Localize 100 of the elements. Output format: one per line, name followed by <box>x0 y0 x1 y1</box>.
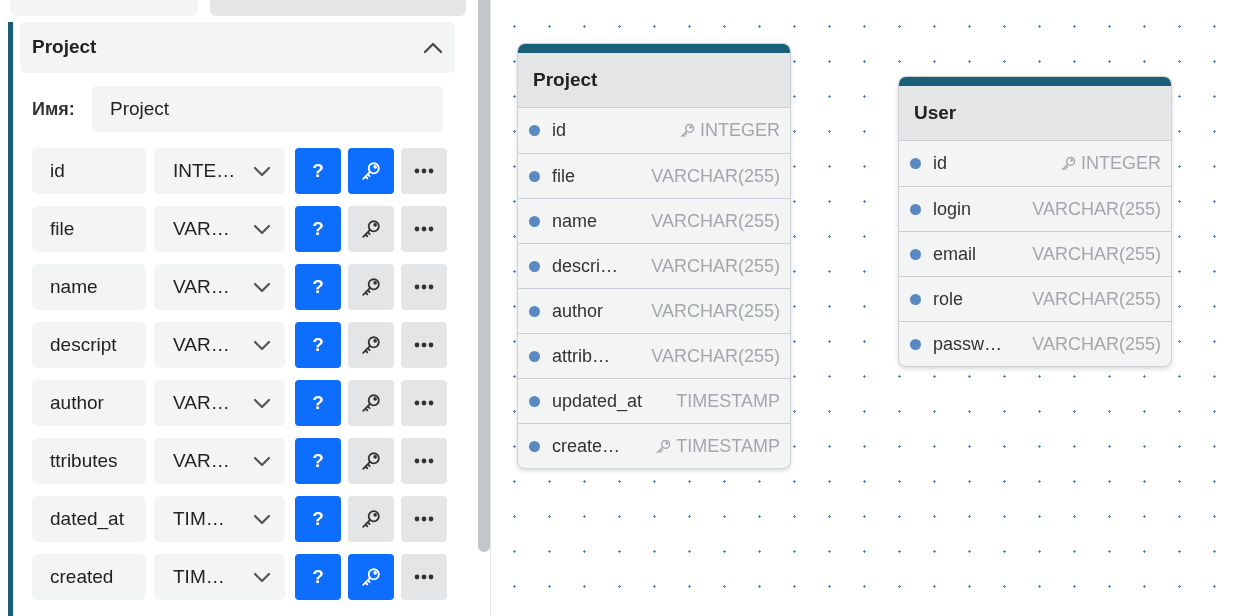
column-name-field[interactable]: descript <box>32 322 146 368</box>
column-name: create… <box>552 434 621 458</box>
key-icon <box>360 276 382 298</box>
key-icon <box>360 334 382 356</box>
help-button[interactable]: ? <box>295 438 341 484</box>
column-dot-icon <box>529 350 540 362</box>
primary-key-button[interactable] <box>348 148 394 194</box>
key-icon <box>360 218 382 240</box>
column-dot-icon <box>910 248 921 260</box>
column-name: passw… <box>933 332 1003 356</box>
more-icon <box>414 342 434 348</box>
table-name-field[interactable]: Project <box>92 86 443 132</box>
type-select[interactable]: INTE… <box>154 148 285 194</box>
column-type: VARCHAR(255) <box>651 164 780 188</box>
type-select[interactable]: VAR… <box>154 322 285 368</box>
column-type: VARCHAR(255) <box>651 344 780 368</box>
more-icon <box>414 458 434 464</box>
more-button[interactable] <box>401 438 447 484</box>
chevron-down-icon <box>253 571 271 583</box>
chevron-up-icon[interactable] <box>423 41 443 54</box>
chevron-down-icon <box>253 339 271 351</box>
section-header[interactable]: Project <box>20 22 455 73</box>
more-button[interactable] <box>401 496 447 542</box>
column-type: VARCHAR(255) <box>651 299 780 323</box>
primary-key-button[interactable] <box>348 438 394 484</box>
more-button[interactable] <box>401 148 447 194</box>
column-name: role <box>933 287 963 311</box>
key-icon <box>360 566 382 588</box>
table-title: Project <box>32 35 97 60</box>
key-icon <box>679 122 696 139</box>
primary-key-button[interactable] <box>348 496 394 542</box>
chevron-down-icon <box>253 165 271 177</box>
column-type: VARCHAR(255) <box>651 254 780 278</box>
column-type: VARCHAR(255) <box>1032 197 1161 221</box>
help-button[interactable]: ? <box>295 496 341 542</box>
more-icon <box>414 284 434 290</box>
type-select[interactable]: TIM… <box>154 554 285 600</box>
more-button[interactable] <box>401 380 447 426</box>
column-name-field[interactable]: file <box>32 206 146 252</box>
column-dot-icon <box>529 125 540 136</box>
more-button[interactable] <box>401 554 447 600</box>
key-icon <box>360 160 382 182</box>
more-button[interactable] <box>401 322 447 368</box>
column-dot-icon <box>529 305 540 317</box>
column-type: TIMESTAMP <box>676 434 780 458</box>
table-node[interactable]: Project id INTEGER file VARCHAR(255) name VARCHAR(255) descri… VARCHAR(255) author VARCHAR(255) attrib… VARCHAR(255) updated_at TIMESTAMP create… TIMESTAMP <box>517 43 791 469</box>
column-dot-icon <box>529 260 540 272</box>
chevron-down-icon <box>253 281 271 293</box>
help-button[interactable]: ? <box>295 206 341 252</box>
more-button[interactable] <box>401 206 447 252</box>
column-type: INTEGER <box>700 119 780 142</box>
more-icon <box>414 400 434 406</box>
column-name-field[interactable]: created <box>32 554 146 600</box>
column-type: VARCHAR(255) <box>651 209 780 233</box>
primary-key-button[interactable] <box>348 322 394 368</box>
table-node[interactable]: User id INTEGER login VARCHAR(255) email VARCHAR(255) role VARCHAR(255) passw… VARCHAR(255) <box>898 76 1172 367</box>
help-button[interactable]: ? <box>295 148 341 194</box>
column-dot-icon <box>910 158 921 169</box>
key-icon <box>360 450 382 472</box>
help-button[interactable]: ? <box>295 380 341 426</box>
column-dot-icon <box>529 215 540 227</box>
chevron-down-icon <box>253 455 271 467</box>
more-icon <box>414 516 434 522</box>
type-select[interactable]: VAR… <box>154 206 285 252</box>
column-dot-icon <box>910 203 921 215</box>
column-dot-icon <box>529 395 540 407</box>
primary-key-button[interactable] <box>348 206 394 252</box>
column-dot-icon <box>529 170 540 182</box>
column-name-field[interactable]: dated_at <box>32 496 146 542</box>
column-name: id <box>552 119 566 142</box>
column-name-field[interactable]: name <box>32 264 146 310</box>
primary-key-button[interactable] <box>348 380 394 426</box>
primary-key-button[interactable] <box>348 264 394 310</box>
column-type: INTEGER <box>1081 152 1161 175</box>
type-select[interactable]: VAR… <box>154 380 285 426</box>
type-select[interactable]: VAR… <box>154 438 285 484</box>
column-name: id <box>933 152 947 175</box>
chevron-down-icon <box>253 513 271 525</box>
help-button[interactable]: ? <box>295 554 341 600</box>
key-icon <box>360 392 382 414</box>
more-button[interactable] <box>401 264 447 310</box>
column-name-field[interactable]: author <box>32 380 146 426</box>
column-name: author <box>552 299 604 323</box>
column-name-field[interactable]: id <box>32 148 146 194</box>
name-label: Имя: <box>32 97 76 121</box>
chevron-down-icon <box>253 397 271 409</box>
more-icon <box>414 168 434 174</box>
scrollbar[interactable] <box>478 0 490 552</box>
help-button[interactable]: ? <box>295 322 341 368</box>
chevron-down-icon <box>253 223 271 235</box>
table-title: Project <box>533 67 598 92</box>
column-dot-icon <box>910 338 921 350</box>
column-name: file <box>552 164 575 188</box>
column-name-field[interactable]: ttributes <box>32 438 146 484</box>
type-select[interactable]: TIM… <box>154 496 285 542</box>
type-select[interactable]: VAR… <box>154 264 285 310</box>
primary-key-button[interactable] <box>348 554 394 600</box>
help-button[interactable]: ? <box>295 264 341 310</box>
column-type: TIMESTAMP <box>676 389 780 413</box>
column-dot-icon <box>910 293 921 305</box>
